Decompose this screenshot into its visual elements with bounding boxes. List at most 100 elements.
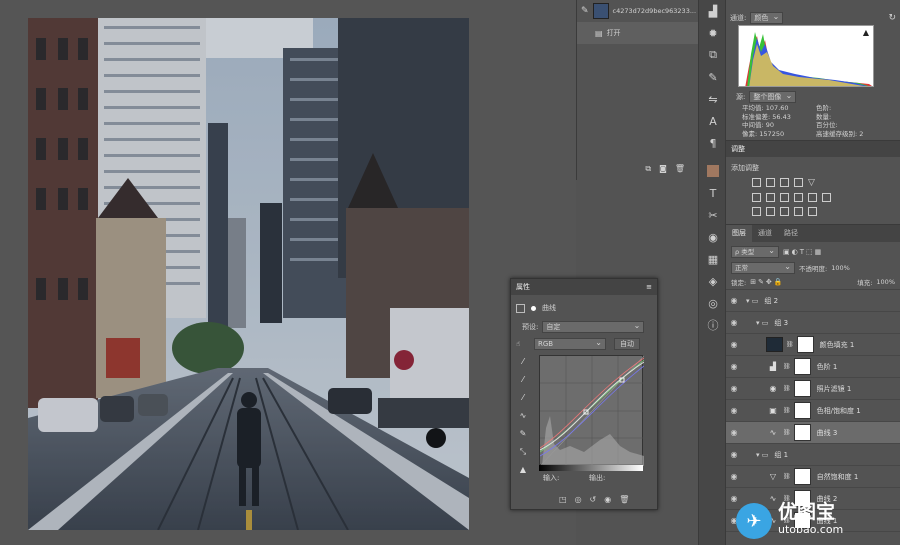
threshold-icon[interactable] — [780, 207, 789, 216]
visibility-icon[interactable]: ◉ — [604, 495, 611, 504]
channel-select[interactable]: 颜色 — [750, 11, 784, 24]
layer-mask-thumbnail[interactable] — [793, 424, 811, 441]
auto-button[interactable]: 自动 — [614, 338, 640, 350]
link-icon[interactable]: ⛓ — [783, 385, 791, 392]
tab-paths[interactable]: 路径 — [778, 225, 804, 242]
histogram-icon[interactable]: ▟ — [699, 0, 727, 22]
link-icon[interactable]: ⛓ — [783, 363, 791, 370]
camera-icon[interactable]: ◙ — [659, 164, 667, 178]
refresh-icon[interactable]: ↻ — [888, 13, 896, 23]
channel-mixer-icon[interactable] — [808, 193, 817, 202]
layer-row[interactable]: ◉ ∿ ⛓ 曲线 3 — [726, 422, 900, 444]
black-white-icon[interactable] — [780, 193, 789, 202]
trash-icon[interactable]: 🗑 — [675, 164, 685, 178]
layer-row[interactable]: ◉ ▣ ⛓ 色相/饱和度 1 — [726, 400, 900, 422]
layer-row[interactable]: ◉ ⛓ 颜色填充 1 — [726, 334, 900, 356]
layer-mask-thumbnail[interactable] — [793, 468, 811, 485]
curves-icon[interactable] — [780, 178, 789, 187]
link-icon[interactable]: ⛓ — [783, 473, 791, 480]
link-icon[interactable]: ⛓ — [783, 429, 791, 436]
layer-filter-select[interactable]: ρ 类型 — [731, 245, 779, 258]
exposure-icon[interactable] — [794, 178, 803, 187]
posterize-icon[interactable] — [766, 207, 775, 216]
folder-icon[interactable]: ▾ ▭ — [756, 451, 768, 459]
view-previous-icon[interactable]: ◎ — [575, 495, 582, 504]
properties-tab[interactable]: 属性 — [516, 282, 530, 292]
character-icon[interactable]: A — [699, 110, 727, 132]
clone-source-icon[interactable]: ⧉ — [699, 44, 727, 66]
paragraph-icon[interactable]: ¶ — [699, 132, 727, 154]
photo-filter-icon[interactable] — [794, 193, 803, 202]
layer-row[interactable]: ◉ ◉ ⛓ 照片滤镜 1 — [726, 378, 900, 400]
selective-color-icon[interactable] — [808, 207, 817, 216]
grid-icon[interactable]: ▦ — [699, 248, 727, 270]
gradient-map-icon[interactable] — [794, 207, 803, 216]
reset-icon[interactable]: ↺ — [590, 495, 597, 504]
set-gray-eyedropper-icon[interactable]: ⁄ — [517, 375, 529, 387]
color-balance-icon[interactable] — [766, 193, 775, 202]
set-black-eyedropper-icon[interactable]: ⁄ — [517, 357, 529, 369]
vibrance-icon[interactable]: ▽ — [808, 178, 815, 188]
clip-to-layer-icon[interactable]: ◳ — [559, 495, 567, 504]
draw-curve-icon[interactable]: ✎ — [517, 429, 529, 441]
source-select[interactable]: 整个图像 — [749, 90, 797, 103]
tab-layers[interactable]: 图层 — [726, 225, 752, 242]
mask-icon[interactable] — [529, 303, 538, 313]
invert-icon[interactable] — [752, 207, 761, 216]
eye-icon[interactable]: ◉ — [726, 318, 742, 327]
panel-menu-icon[interactable]: ≡ — [646, 283, 652, 291]
eye-icon[interactable]: ◉ — [726, 406, 742, 415]
layer-mask-thumbnail[interactable] — [796, 336, 814, 353]
link-icon[interactable]: ⛓ — [783, 407, 791, 414]
eye-icon[interactable]: ◉ — [726, 362, 742, 371]
brightness-icon[interactable] — [752, 178, 761, 187]
eye-icon[interactable]: ◉ — [726, 340, 742, 349]
curve-graph[interactable] — [539, 355, 645, 467]
history-item[interactable]: ▤ 打开 — [577, 22, 698, 44]
layer-mask-thumbnail[interactable] — [793, 380, 811, 397]
link-icon[interactable]: ⛓ — [786, 341, 794, 348]
eye-icon[interactable]: ◉ — [726, 428, 742, 437]
new-document-from-state-icon[interactable]: ⧉ — [645, 164, 651, 178]
set-white-eyedropper-icon[interactable]: ⁄ — [517, 393, 529, 405]
folder-icon[interactable]: ▾ ▭ — [756, 319, 768, 327]
channels-icon[interactable]: ◎ — [699, 292, 727, 314]
camera-raw-icon[interactable]: ◉ — [699, 226, 727, 248]
target-adjust-icon[interactable]: ☝ — [516, 340, 530, 348]
info-icon[interactable]: ⓘ — [699, 314, 727, 336]
layer-row[interactable]: ◉ ▾ ▭ 组 2 — [726, 290, 900, 312]
eye-icon[interactable]: ◉ — [726, 384, 742, 393]
layer-row[interactable]: ◉ ▟ ⛓ 色阶 1 — [726, 356, 900, 378]
layer-row[interactable]: ◉ ▾ ▭ 组 1 — [726, 444, 900, 466]
document-canvas[interactable] — [0, 0, 576, 545]
swatch-avatar-icon[interactable] — [699, 160, 727, 182]
opacity-value[interactable]: 100% — [831, 264, 850, 272]
brush-icon[interactable]: ✎ — [699, 66, 727, 88]
levels-icon[interactable] — [766, 178, 775, 187]
sun-icon[interactable]: ✹ — [699, 22, 727, 44]
eye-icon[interactable]: ◉ — [726, 296, 742, 305]
3d-icon[interactable]: ◈ — [699, 270, 727, 292]
trash-icon[interactable]: 🗑 — [619, 495, 629, 504]
layer-row[interactable]: ◉ ▽ ⛓ 自然饱和度 1 — [726, 466, 900, 488]
edit-points-icon[interactable]: ∿ — [517, 411, 529, 423]
blend-mode-select[interactable]: 正常 — [731, 261, 795, 274]
history-snapshot[interactable]: ✎ c4273d72d9bec963233... — [577, 0, 698, 22]
adjustments-tab[interactable]: 调整 — [731, 144, 745, 154]
filter-icons[interactable]: ▣◐T⬚▦ — [783, 248, 823, 256]
crop-tool-icon[interactable]: ✂ — [699, 204, 727, 226]
type-tool-icon[interactable]: T — [699, 182, 727, 204]
hue-saturation-icon[interactable] — [752, 193, 761, 202]
layer-row[interactable]: ◉ ▾ ▭ 组 3 — [726, 312, 900, 334]
photo-image[interactable] — [28, 18, 469, 530]
preset-select[interactable]: 自定 — [542, 320, 645, 333]
eye-icon[interactable]: ◉ — [726, 472, 742, 481]
channel-select[interactable]: RGB — [534, 337, 606, 350]
tab-channels[interactable]: 通道 — [752, 225, 778, 242]
smooth-curve-icon[interactable]: ⤡ — [517, 447, 529, 459]
color-lookup-icon[interactable] — [822, 193, 831, 202]
clipping-warning-icon[interactable]: ▲ — [517, 465, 529, 477]
folder-icon[interactable]: ▾ ▭ — [746, 297, 758, 305]
eye-icon[interactable]: ◉ — [726, 450, 742, 459]
adjust-slider-icon[interactable]: ⇋ — [699, 88, 727, 110]
